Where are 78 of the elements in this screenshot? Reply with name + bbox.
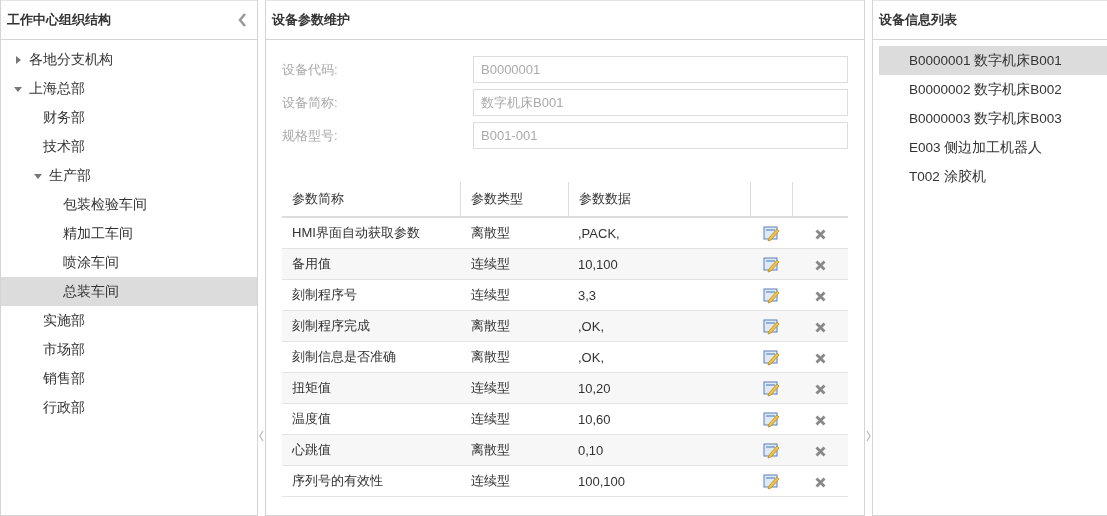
tree-item[interactable]: 生产部 [1, 161, 101, 190]
tree-item[interactable]: 上海总部 [1, 74, 95, 103]
delete-icon[interactable] [814, 321, 826, 333]
tree-item[interactable]: 市场部 [1, 335, 95, 364]
tree-item[interactable]: 总装车间 [1, 277, 257, 306]
edit-icon[interactable] [762, 441, 780, 459]
tree-item[interactable]: 各地分支机构 [1, 45, 123, 74]
delete-icon[interactable] [814, 476, 826, 488]
edit-icon[interactable] [762, 410, 780, 428]
table-cell: 离散型 [460, 341, 568, 373]
table-cell: 离散型 [460, 434, 568, 466]
caret-right-icon[interactable] [14, 55, 22, 64]
table-cell: 刻制程序号 [282, 279, 461, 311]
edit-icon[interactable] [762, 379, 780, 397]
table-cell: 刻制信息是否准确 [282, 341, 461, 373]
table-cell: 温度值 [282, 403, 461, 435]
tree-item[interactable]: 销售部 [1, 364, 95, 393]
table-cell: 100,100 [568, 465, 751, 497]
table-cell: 离散型 [460, 217, 568, 249]
edit-icon[interactable] [762, 255, 780, 273]
delete-icon[interactable] [814, 290, 826, 302]
list-item[interactable]: B0000001 数字机床B001 [879, 46, 1107, 75]
delete-icon[interactable] [814, 383, 826, 395]
delete-icon[interactable] [814, 414, 826, 426]
table-cell: 序列号的有效性 [282, 465, 461, 497]
table-cell: ,OK, [568, 310, 751, 342]
edit-icon[interactable] [762, 286, 780, 304]
delete-icon[interactable] [814, 352, 826, 364]
table-cell: HMI界面自动获取参数 [282, 217, 461, 249]
delete-icon[interactable] [814, 228, 826, 240]
table-cell: 连续型 [460, 248, 568, 280]
table-cell: ,OK, [568, 341, 751, 373]
list-item[interactable]: B0000003 数字机床B003 [879, 104, 1107, 133]
edit-icon[interactable] [762, 317, 780, 335]
table-cell: 连续型 [460, 279, 568, 311]
panel-title: 设备参数维护 [272, 11, 350, 29]
table-cell: 连续型 [460, 372, 568, 404]
tree-item[interactable]: 包装检验车间 [1, 190, 157, 219]
list-item[interactable]: B0000002 数字机床B002 [879, 75, 1107, 104]
table-cell: 刻制程序完成 [282, 310, 461, 342]
panel-title: 设备信息列表 [879, 11, 957, 29]
chevron-right-icon[interactable] [866, 429, 871, 442]
list-item[interactable]: T002 涂胶机 [879, 162, 1107, 191]
panel-title: 工作中心组织结构 [7, 11, 111, 29]
column-header: 参数数据 [568, 182, 751, 217]
caret-down-icon[interactable] [14, 84, 22, 93]
edit-icon[interactable] [762, 472, 780, 490]
collapse-icon[interactable] [238, 13, 247, 27]
table-cell: 10,20 [568, 372, 751, 404]
field-label: 规格型号: [282, 126, 339, 145]
chevron-left-icon[interactable] [259, 429, 264, 442]
table-cell: 0,10 [568, 434, 751, 466]
table-cell: 备用值 [282, 248, 461, 280]
column-header: 参数类型 [460, 182, 568, 217]
table-cell: 离散型 [460, 310, 568, 342]
tree-item[interactable]: 财务部 [1, 103, 95, 132]
tree-item[interactable]: 喷涂车间 [1, 248, 129, 277]
table-cell: 心跳值 [282, 434, 461, 466]
table-cell: 10,100 [568, 248, 751, 280]
field-label: 设备代码: [282, 60, 339, 79]
table-cell: 连续型 [460, 403, 568, 435]
table-cell: 10,60 [568, 403, 751, 435]
column-header: 参数简称 [282, 182, 461, 217]
table-cell: 连续型 [460, 465, 568, 497]
tree-item[interactable]: 行政部 [1, 393, 95, 422]
tree-item[interactable]: 实施部 [1, 306, 95, 335]
table-cell: ,PACK, [568, 217, 751, 249]
tree-item[interactable]: 技术部 [1, 132, 95, 161]
delete-icon[interactable] [814, 259, 826, 271]
tree-item[interactable]: 精加工车间 [1, 219, 143, 248]
field-label: 设备简称: [282, 93, 339, 112]
edit-icon[interactable] [762, 348, 780, 366]
delete-icon[interactable] [814, 445, 826, 457]
caret-down-icon[interactable] [34, 171, 42, 180]
edit-icon[interactable] [762, 224, 780, 242]
table-cell: 扭矩值 [282, 372, 461, 404]
list-item[interactable]: E003 侧边加工机器人 [879, 133, 1107, 162]
table-cell: 3,3 [568, 279, 751, 311]
